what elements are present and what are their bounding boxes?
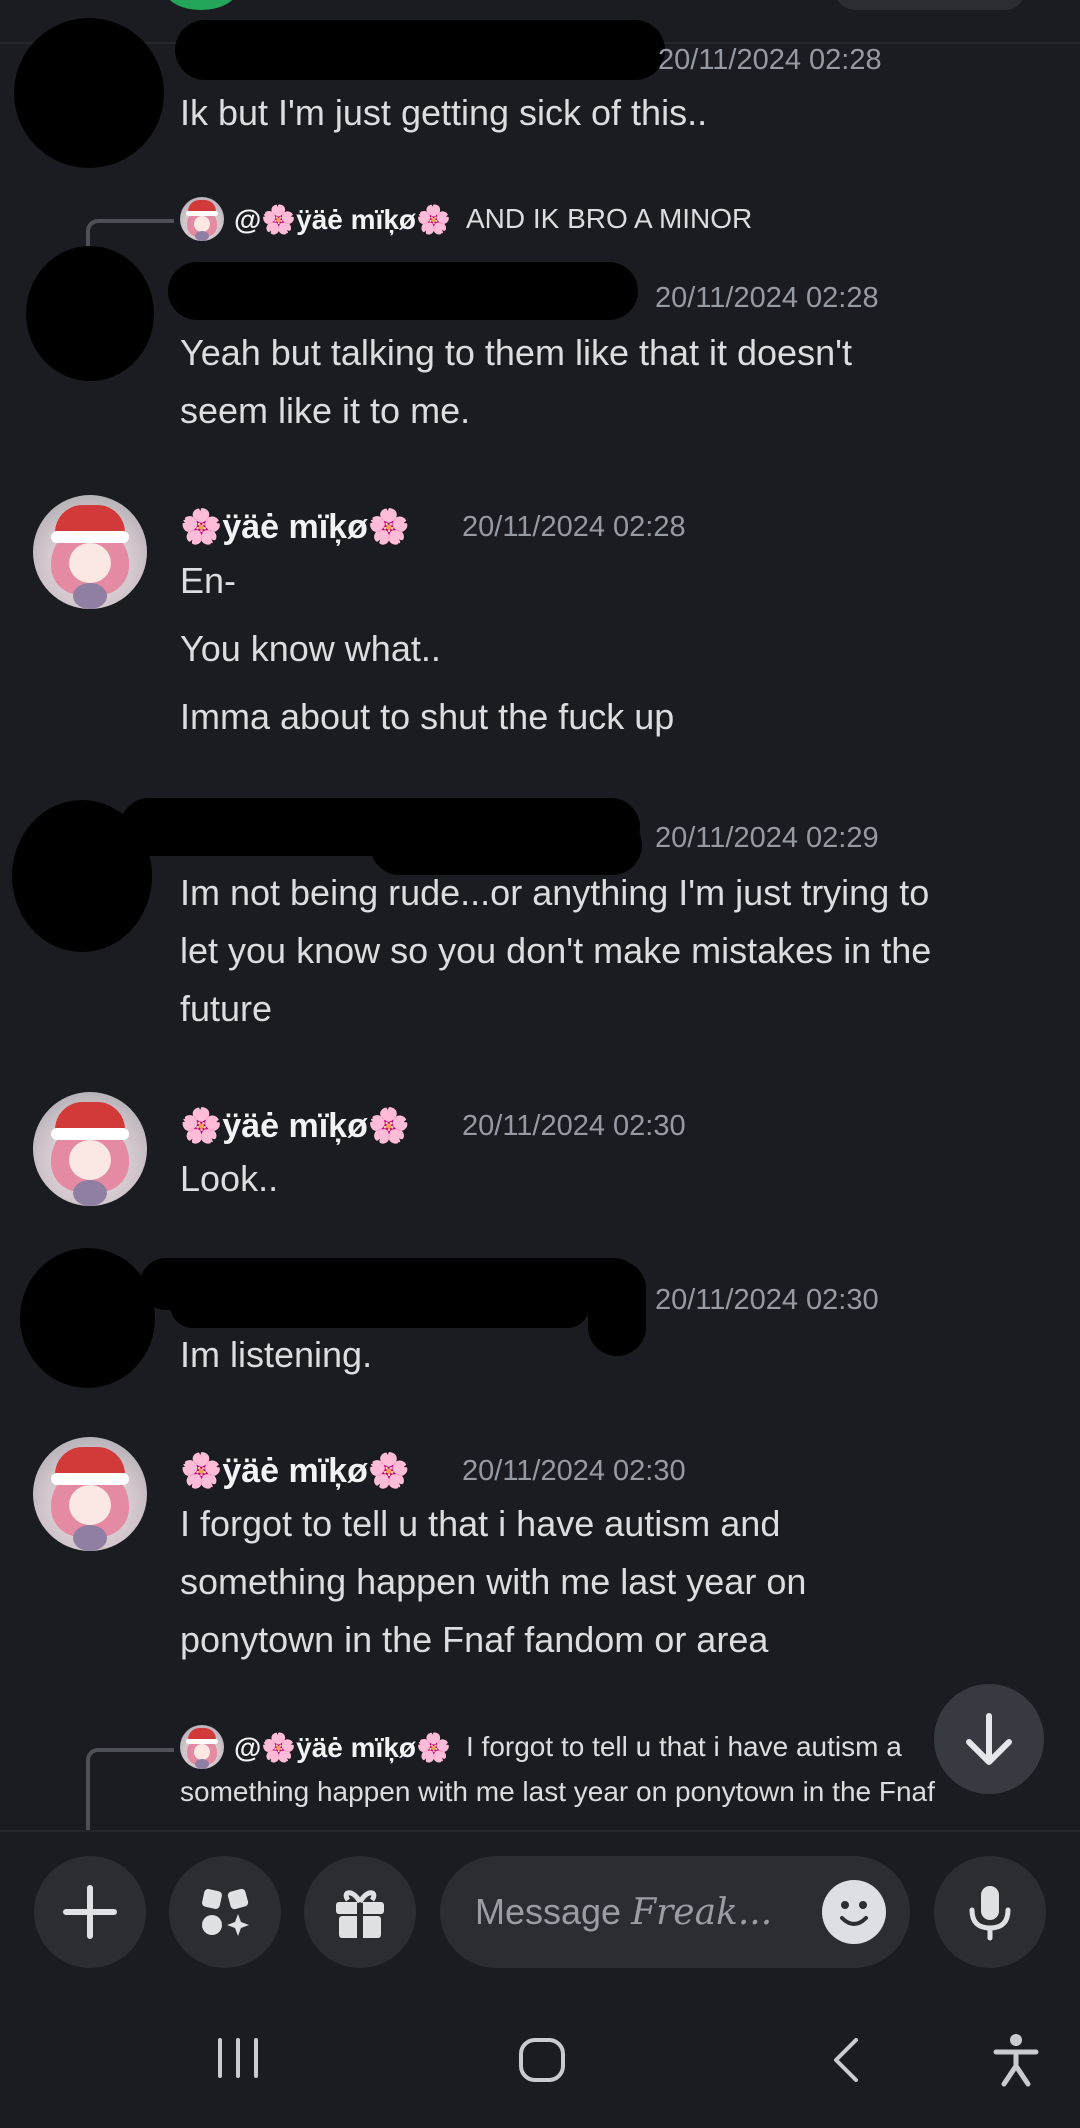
message-input-placeholder: Message Freak... — [475, 1891, 773, 1933]
apps-button[interactable] — [169, 1856, 281, 1968]
reply-preview[interactable]: AND IK BRO A MINOR — [466, 203, 752, 235]
username[interactable]: 🌸ÿäė mïķø🌸 — [180, 1451, 410, 1491]
apps-icon — [202, 1888, 249, 1936]
reply-preview-line2[interactable]: something happen with me last year on po… — [180, 1776, 935, 1808]
message-timestamp: 20/11/2024 02:28 — [462, 511, 686, 543]
plus-icon — [63, 1885, 117, 1939]
message-text: Look.. — [180, 1158, 279, 1199]
redacted-avatar — [20, 1248, 155, 1388]
reply-avatar — [180, 1725, 224, 1769]
message-text: future — [180, 988, 273, 1029]
message-timestamp: 20/11/2024 02:30 — [462, 1110, 686, 1142]
microphone-icon — [969, 1886, 1011, 1941]
message-text: let you know so you don't make mistakes … — [180, 930, 932, 971]
emoji-button[interactable] — [822, 1880, 886, 1944]
message-timestamp: 20/11/2024 02:30 — [655, 1284, 879, 1316]
reply-mention[interactable]: @🌸ÿäė mïķø🌸 — [234, 1731, 451, 1764]
voice-message-button[interactable] — [934, 1856, 1046, 1968]
back-icon[interactable] — [826, 2036, 866, 2084]
message-timestamp: 20/11/2024 02:28 — [658, 44, 882, 76]
message-timestamp: 20/11/2024 02:29 — [655, 822, 879, 854]
accessibility-icon[interactable] — [990, 2032, 1042, 2088]
message-text: Im not being rude...or anything I'm just… — [180, 872, 930, 913]
redacted-username — [175, 20, 665, 80]
message-text: Ik but I'm just getting sick of this.. — [180, 92, 708, 133]
message-text: Imma about to shut the fuck up — [180, 696, 675, 737]
gift-icon — [336, 1890, 384, 1938]
username[interactable]: 🌸ÿäė mïķø🌸 — [180, 1106, 410, 1146]
gift-button[interactable] — [304, 1856, 416, 1968]
reply-connector — [86, 1748, 174, 1842]
message-text: Yeah but talking to them like that it do… — [180, 332, 852, 373]
redacted-username — [168, 262, 638, 320]
message-text: You know what.. — [180, 628, 441, 669]
home-icon[interactable] — [516, 2036, 568, 2084]
message-text: seem like it to me. — [180, 390, 471, 431]
status-indicator — [165, 0, 237, 10]
redacted-username-extra — [170, 1282, 590, 1328]
reply-mention[interactable]: @🌸ÿäė mïķø🌸 — [234, 203, 451, 236]
user-avatar[interactable] — [33, 1437, 147, 1551]
user-avatar[interactable] — [33, 495, 147, 609]
arrow-down-icon — [966, 1713, 1012, 1765]
reply-avatar — [180, 197, 224, 241]
recents-icon[interactable] — [212, 2036, 264, 2080]
message-timestamp: 20/11/2024 02:30 — [462, 1455, 686, 1487]
message-timestamp: 20/11/2024 02:28 — [655, 282, 879, 314]
header-pill[interactable] — [835, 0, 1025, 10]
message-text: I forgot to tell u that i have autism an… — [180, 1503, 781, 1544]
username[interactable]: 🌸ÿäė mïķø🌸 — [180, 507, 410, 547]
add-attachment-button[interactable] — [34, 1856, 146, 1968]
message-text: Im listening. — [180, 1334, 373, 1375]
redacted-username-end — [588, 1260, 646, 1356]
message-text: something happen with me last year on — [180, 1561, 807, 1602]
redacted-avatar — [26, 246, 154, 381]
reply-preview[interactable]: I forgot to tell u that i have autism a — [466, 1731, 902, 1763]
user-avatar[interactable] — [33, 1092, 147, 1206]
redacted-avatar — [14, 18, 164, 168]
message-text: ponytown in the Fnaf fandom or area — [180, 1619, 769, 1660]
emoji-icon — [840, 1901, 868, 1926]
scroll-to-bottom-button[interactable] — [934, 1684, 1044, 1794]
message-text: En- — [180, 560, 237, 601]
